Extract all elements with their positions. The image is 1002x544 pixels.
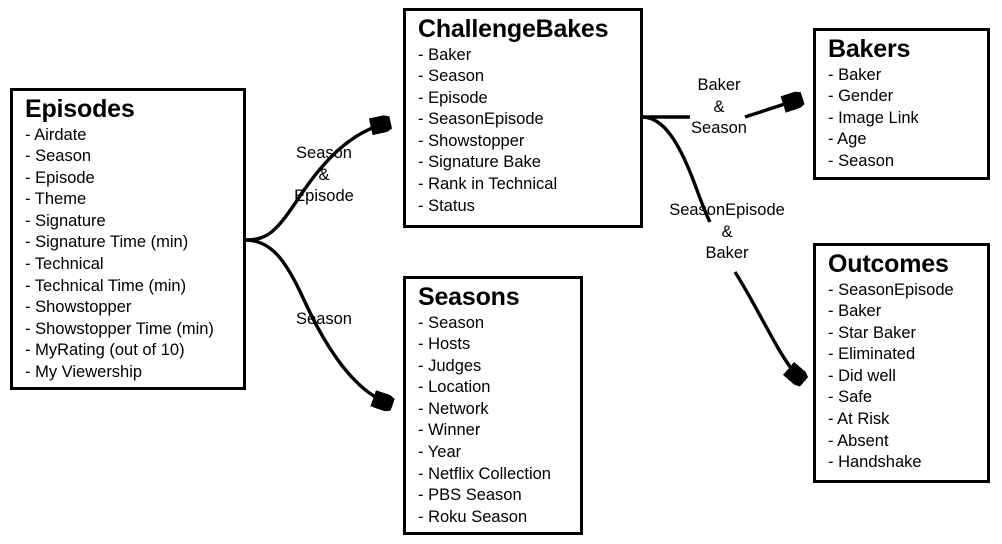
field-item: Image Link [828, 108, 977, 130]
edge-label-line: & [713, 97, 725, 116]
field-item: Safe [828, 387, 977, 409]
field-item: Season [418, 66, 630, 88]
field-item: Absent [828, 431, 977, 453]
field-item: Roku Season [418, 507, 570, 529]
field-item: Signature [25, 211, 233, 233]
entity-challengebakes-title: ChallengeBakes [418, 15, 609, 43]
field-item: Airdate [25, 125, 233, 147]
field-item: PBS Season [418, 485, 570, 507]
field-item: Did well [828, 366, 977, 388]
entity-seasons-title: Seasons [418, 283, 520, 311]
edge-label-line: SeasonEpisode [669, 201, 785, 219]
field-item: Showstopper [418, 131, 630, 153]
field-item: Theme [25, 189, 233, 211]
field-item: Showstopper [25, 297, 233, 319]
field-item: My Viewership [25, 362, 233, 384]
entity-seasons[interactable]: Seasons Season Hosts Judges Location Net… [403, 276, 583, 535]
edge-label-line: Season [691, 119, 747, 138]
field-item: MyRating (out of 10) [25, 340, 233, 362]
field-item: At Risk [828, 409, 977, 431]
entity-episodes-title: Episodes [25, 95, 135, 123]
edge-label-line: & [318, 165, 330, 184]
edge-label-line: Episode [294, 187, 354, 206]
field-item: Signature Bake [418, 152, 630, 174]
field-item: Episode [25, 168, 233, 190]
field-item: Handshake [828, 452, 977, 474]
entity-episodes-fields: Airdate Season Episode Theme Signature S… [25, 125, 233, 384]
field-item: Age [828, 129, 977, 151]
field-item: Star Baker [828, 323, 977, 345]
entity-seasons-fields: Season Hosts Judges Location Network Win… [418, 313, 570, 529]
entity-outcomes[interactable]: Outcomes SeasonEpisode Baker Star Baker … [813, 243, 990, 483]
field-item: Baker [828, 65, 977, 87]
field-item: Winner [418, 420, 570, 442]
field-item: Netflix Collection [418, 464, 570, 486]
edge-label-challengebakes-to-bakers: Baker & Season [678, 75, 760, 140]
field-item: SeasonEpisode [828, 280, 977, 302]
field-item: Technical Time (min) [25, 276, 233, 298]
diagram-canvas: Episodes Airdate Season Episode Theme Si… [0, 0, 1002, 544]
field-item: Baker [418, 45, 630, 67]
field-item: Year [418, 442, 570, 464]
field-item: Gender [828, 86, 977, 108]
entity-outcomes-fields: SeasonEpisode Baker Star Baker Eliminate… [828, 280, 977, 474]
field-item: SeasonEpisode [418, 109, 630, 131]
field-item: Season [418, 313, 570, 335]
field-item: Showstopper Time (min) [25, 319, 233, 341]
field-item: Status [418, 196, 630, 218]
entity-bakers[interactable]: Bakers Baker Gender Image Link Age Seaso… [813, 28, 990, 180]
edge-label-episodes-to-challengebakes: Season & Episode [284, 143, 364, 208]
entity-challengebakes-fields: Baker Season Episode SeasonEpisode Shows… [418, 45, 630, 218]
field-item: Judges [418, 356, 570, 378]
field-item: Technical [25, 254, 233, 276]
edge-label-line: Season [296, 144, 352, 162]
field-item: Hosts [418, 334, 570, 356]
entity-challengebakes[interactable]: ChallengeBakes Baker Season Episode Seas… [403, 8, 643, 228]
edge-label-episodes-to-seasons: Season [288, 309, 360, 331]
field-item: Episode [418, 88, 630, 110]
field-item: Rank in Technical [418, 174, 630, 196]
edge-challengebakes-to-outcomes-lower [733, 271, 802, 380]
field-item: Network [418, 399, 570, 421]
field-item: Location [418, 377, 570, 399]
entity-outcomes-title: Outcomes [828, 250, 949, 278]
edge-label-line: Season [296, 310, 352, 328]
field-item: Season [828, 151, 977, 173]
entity-bakers-fields: Baker Gender Image Link Age Season [828, 65, 977, 173]
edge-label-line: Baker [697, 76, 741, 94]
edge-label-challengebakes-to-outcomes: SeasonEpisode & Baker [655, 200, 799, 265]
edge-label-line: & [721, 222, 733, 241]
entity-bakers-title: Bakers [828, 35, 911, 63]
field-item: Season [25, 146, 233, 168]
field-item: Signature Time (min) [25, 232, 233, 254]
edge-label-line: Baker [705, 244, 749, 263]
entity-episodes[interactable]: Episodes Airdate Season Episode Theme Si… [10, 88, 246, 390]
field-item: Eliminated [828, 344, 977, 366]
field-item: Baker [828, 301, 977, 323]
